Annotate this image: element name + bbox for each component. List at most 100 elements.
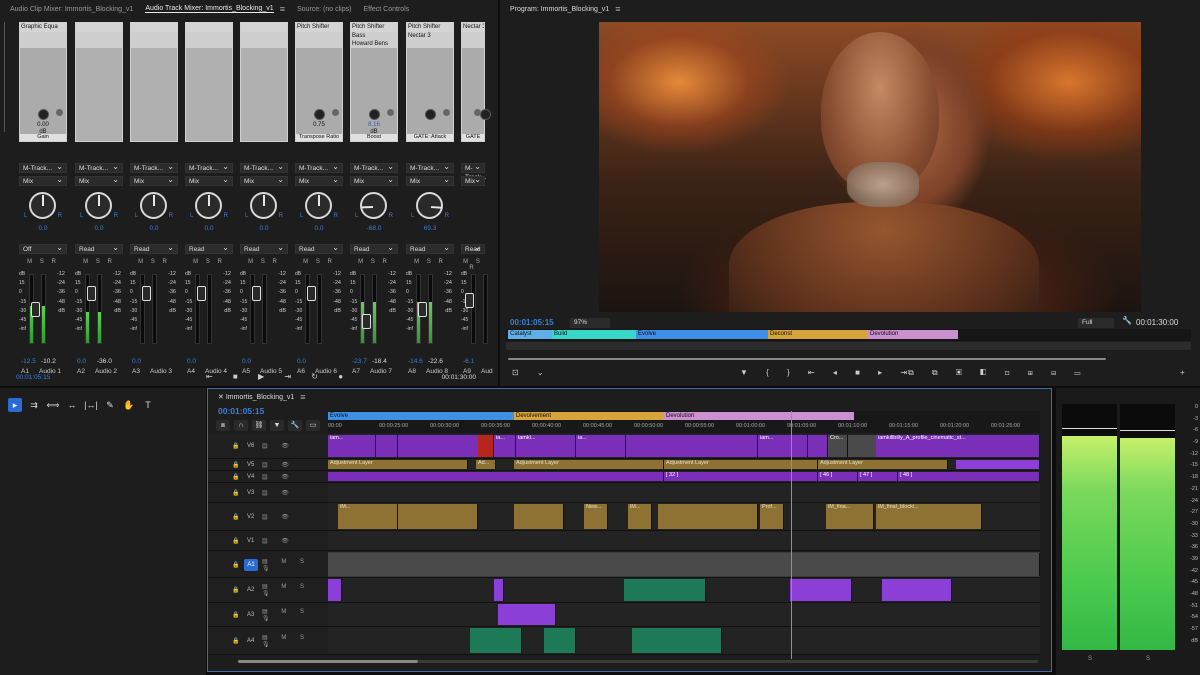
pan-value[interactable]: 0.0: [75, 225, 123, 232]
automation-mode-select[interactable]: Read: [75, 243, 123, 254]
track-lane-v3[interactable]: [328, 483, 1040, 503]
program-extra-buttons[interactable]: ⧉ ⧉ ▣ ◧ ⊡ ⊞ ⊟ ▭: [908, 368, 1089, 378]
marker-catalyst[interactable]: Catalyst: [508, 330, 552, 339]
output-track-select[interactable]: M-Track...: [295, 162, 343, 173]
fx-slot-3[interactable]: [131, 40, 177, 48]
pen-tool-icon[interactable]: ✎: [103, 398, 117, 412]
pan-knob[interactable]: [416, 192, 443, 219]
volume-fader[interactable]: [307, 286, 316, 302]
clip[interactable]: [498, 604, 556, 625]
program-zoom-scrollbar[interactable]: [506, 357, 1191, 361]
clip[interactable]: iam...: [758, 435, 808, 457]
lock-icon[interactable]: 🔒: [232, 611, 239, 618]
clip[interactable]: Adjustment Layer: [664, 460, 818, 469]
track-lane-v2[interactable]: iM... New... iM... Prof... iM_fina... iM_fina…: [328, 503, 1040, 531]
fx-param-name[interactable]: Boost: [351, 134, 397, 141]
tab-source[interactable]: Source: (no clips): [297, 6, 351, 13]
mixer-timecode[interactable]: 00:01:05:15: [16, 374, 50, 381]
safe-margins-icon[interactable]: ⊡ ⌄: [512, 368, 552, 377]
slip-tool-icon[interactable]: |↔|: [84, 398, 98, 412]
volume-readout[interactable]: -12.5: [21, 358, 36, 365]
clip[interactable]: iamkillbilly_A_profile_cinematic_st...: [876, 435, 1040, 457]
mute-solo-mic-icons[interactable]: ▤ M S 🎙: [262, 608, 328, 622]
send-select[interactable]: Mix: [185, 175, 233, 186]
send-select[interactable]: Mix: [75, 175, 123, 186]
lock-icon[interactable]: 🔒: [232, 473, 239, 480]
fx-slot-2[interactable]: Bass: [351, 32, 397, 40]
track-header-v5[interactable]: 🔒 V5 ▤ 👁: [208, 459, 328, 471]
output-track-select[interactable]: M-Track...: [75, 162, 123, 173]
clip[interactable]: iM...: [628, 504, 652, 529]
volume-readout[interactable]: -14.6: [408, 358, 423, 365]
fx-param-name[interactable]: GATE: Attack: [407, 134, 453, 141]
clip[interactable]: iam...: [328, 435, 376, 457]
clip[interactable]: [514, 504, 564, 529]
fx-rack[interactable]: Pitch Shifter Nectar 3 GATE: Attack: [406, 22, 454, 142]
mute-solo-record-buttons[interactable]: M S R: [130, 259, 178, 265]
fx-rack[interactable]: Pitch Shifter Bass Howard Bens 8.16 dB B…: [350, 22, 398, 142]
program-title[interactable]: Program: Immortis_Blocking_v1: [510, 6, 609, 13]
sync-eye-icons[interactable]: ▤ 👁: [262, 489, 295, 496]
track-lane-a2[interactable]: [328, 578, 1040, 603]
tab-effect-controls[interactable]: Effect Controls: [363, 6, 409, 13]
fx-slot-1[interactable]: [186, 23, 232, 32]
fx-slot-1[interactable]: Pitch Shifter: [296, 23, 342, 32]
timeline-scrollbar[interactable]: [238, 659, 1042, 664]
clip[interactable]: [ 48 ]: [898, 472, 1040, 481]
program-video-frame[interactable]: [599, 22, 1141, 312]
snap-icon[interactable]: ∩: [234, 420, 248, 431]
clip[interactable]: [ 46 ]: [818, 472, 858, 481]
zoom-select[interactable]: 97%: [570, 318, 610, 328]
clip[interactable]: New...: [584, 504, 608, 529]
program-timecode[interactable]: 00:01:05:15: [510, 318, 554, 327]
tl-marker-evolve[interactable]: Evolve: [328, 412, 514, 420]
output-track-select[interactable]: M-Track...: [19, 162, 67, 173]
sync-eye-icons[interactable]: ▤ 👁: [262, 473, 295, 480]
clip[interactable]: ia...: [494, 435, 516, 457]
track-header-a3[interactable]: 🔒 A3 ▤ M S 🎙: [208, 603, 328, 627]
fx-slot-3[interactable]: [241, 40, 287, 48]
track-header-v4[interactable]: 🔒 V4 ▤ 👁: [208, 471, 328, 483]
fx-slot-3[interactable]: [407, 40, 453, 48]
send-select[interactable]: Mix: [130, 175, 178, 186]
ripple-edit-tool-icon[interactable]: ⟺: [46, 398, 60, 412]
clip[interactable]: [ 32 ]: [664, 472, 818, 481]
clip[interactable]: [632, 628, 722, 653]
lock-icon[interactable]: 🔒: [232, 461, 239, 468]
clip[interactable]: [328, 553, 1040, 576]
program-menu-icon[interactable]: ≡: [615, 4, 620, 14]
fx-slot-3[interactable]: Howard Bens: [351, 40, 397, 48]
sync-eye-icons[interactable]: ▤ 👁: [262, 443, 295, 450]
sync-eye-icons[interactable]: ▤ 👁: [262, 513, 295, 520]
transport-controls[interactable]: ▼ { } ⇤ ◂ ■ ▸ ⇥: [740, 368, 915, 377]
program-scrub-bar[interactable]: [506, 342, 1191, 350]
pan-knob[interactable]: [305, 192, 332, 219]
fx-param-name[interactable]: GATE: [462, 134, 484, 141]
timeline-sequence-tab[interactable]: ✕ Immortis_Blocking_v1: [218, 393, 294, 401]
clip[interactable]: [328, 579, 342, 601]
clip[interactable]: Prof...: [760, 504, 784, 529]
fx-slot-3[interactable]: [20, 40, 66, 48]
fx-slot-2[interactable]: [186, 32, 232, 40]
track-header-v2[interactable]: 🔒 V2 ▤ 👁: [208, 503, 328, 531]
pan-knob[interactable]: [195, 192, 222, 219]
clip[interactable]: [626, 435, 758, 457]
automation-mode-select[interactable]: Read: [295, 243, 343, 254]
clip[interactable]: [ 47 ]: [858, 472, 898, 481]
playhead[interactable]: [791, 411, 792, 659]
lock-icon[interactable]: 🔒: [232, 587, 239, 594]
send-select[interactable]: Mix: [295, 175, 343, 186]
volume-fader[interactable]: [87, 286, 96, 302]
output-track-select[interactable]: M-Track...: [185, 162, 233, 173]
volume-readout[interactable]: -23.7: [352, 358, 367, 365]
send-select[interactable]: Mix: [240, 175, 288, 186]
clip[interactable]: [808, 435, 828, 457]
pan-value[interactable]: 0.0: [240, 225, 288, 232]
lock-icon[interactable]: 🔒: [232, 537, 239, 544]
clip[interactable]: [882, 579, 952, 601]
clip[interactable]: [478, 435, 494, 457]
fx-slot-1[interactable]: Pitch Shifter: [407, 23, 453, 32]
mute-solo-mic-icons[interactable]: ▤ M S 🎙: [262, 634, 328, 648]
output-track-select[interactable]: M-Track...: [350, 162, 398, 173]
fx-slot-1[interactable]: Graphic Equa: [20, 23, 66, 32]
